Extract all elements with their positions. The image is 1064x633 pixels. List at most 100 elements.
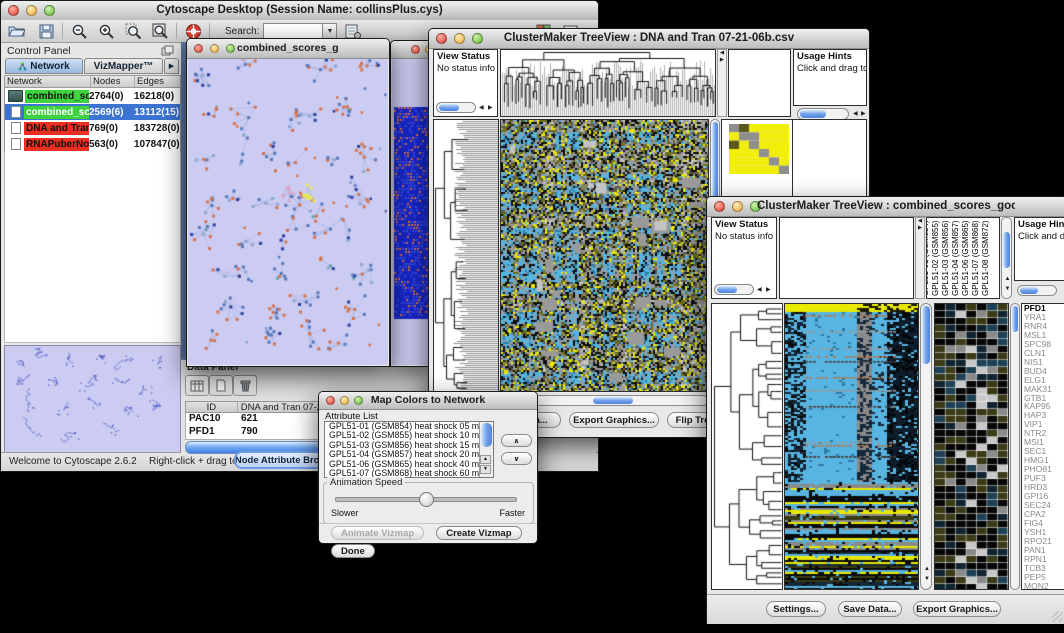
scroll-up-icon[interactable]: ▲ — [1005, 276, 1011, 282]
move-up-button[interactable]: ∧ — [501, 434, 532, 447]
list-vertical-scrollbar[interactable]: ▲ ▼ — [479, 422, 493, 477]
row-dendrogram-panel[interactable] — [433, 119, 499, 392]
network-canvas[interactable] — [188, 59, 388, 365]
zoom-in-icon[interactable] — [95, 22, 117, 41]
scroll-left-icon[interactable]: ◀ — [853, 111, 858, 117]
column-dendrogram-panel[interactable] — [500, 49, 716, 117]
column-network[interactable]: Network — [5, 76, 91, 87]
column-tree-panel[interactable] — [779, 217, 914, 299]
export-graphics-button[interactable]: Export Graphics... — [913, 601, 1001, 617]
tab-network-label: Network — [30, 61, 69, 72]
dialog-button[interactable]: Done — [331, 544, 375, 558]
settings-button[interactable]: Settings... — [766, 601, 826, 617]
export-graphics-button[interactable]: Export Graphics... — [569, 412, 659, 428]
network-name: DNA and Tran 07 — [24, 122, 89, 135]
network-table-header[interactable]: Network Nodes Edges — [4, 75, 181, 88]
tab-overflow-arrow[interactable]: ▶ — [164, 58, 179, 74]
scroll-left-icon[interactable]: ◀ — [479, 105, 484, 111]
correlation-matrix-canvas[interactable] — [729, 124, 789, 174]
save-icon[interactable] — [35, 22, 57, 41]
scroll-left-icon[interactable]: ◀ — [757, 287, 762, 293]
zoom-out-icon[interactable] — [68, 22, 90, 41]
save-data-button[interactable]: Save Data... — [838, 601, 902, 617]
scroll-down-icon[interactable]: ▼ — [924, 576, 930, 582]
column-scroll-arrows[interactable]: ◀▶ — [717, 49, 727, 117]
gene-label[interactable]: MON2 — [1022, 582, 1064, 590]
close-button[interactable] — [326, 396, 335, 405]
heatmap-panel[interactable] — [784, 303, 919, 590]
dialog-button[interactable]: Animate Vizmap — [331, 526, 424, 540]
row-dendrogram-canvas[interactable] — [434, 120, 498, 391]
zoom-selected-icon[interactable] — [122, 22, 144, 41]
speed-slider-thumb[interactable] — [419, 492, 434, 507]
column-scroll-arrows[interactable]: ◀▶ — [915, 217, 925, 299]
treeview1-title-bar[interactable]: ClusterMaker TreeView : DNA and Tran 07-… — [429, 29, 869, 49]
tab-network[interactable]: Network — [5, 58, 83, 74]
chevron-down-icon[interactable]: ▼ — [322, 23, 337, 39]
dialog-title-bar[interactable]: Map Colors to Network — [319, 392, 537, 410]
scroll-down-icon[interactable]: ▼ — [1005, 286, 1011, 292]
network-list-row[interactable]: combined_sco 2569(6) 13112(15) — [5, 104, 180, 120]
zoom-heatmap-panel[interactable] — [934, 303, 1009, 590]
scroll-right-icon[interactable]: ▶ — [861, 111, 866, 117]
treeview2-title-bar[interactable]: ClusterMaker TreeView : combined_scores_… — [707, 197, 1064, 217]
scroll-up-icon[interactable]: ▲ — [924, 566, 930, 572]
float-panel-icon[interactable] — [161, 45, 174, 56]
network-list-row[interactable]: RNAPuberNov2+ 563(0) 107847(0) — [5, 136, 180, 152]
minimize-button[interactable] — [210, 44, 219, 53]
delete-attribute-trash-icon[interactable] — [233, 375, 257, 396]
close-button[interactable] — [8, 5, 19, 16]
network-list-row[interactable]: DNA and Tran 07 769(0) 183728(0) — [5, 120, 180, 136]
scroll-right-icon[interactable]: ▶ — [488, 105, 493, 111]
main-title-bar[interactable]: Cytoscape Desktop (Session Name: collins… — [1, 1, 598, 21]
minimize-button[interactable] — [26, 5, 37, 16]
move-down-button[interactable]: ∨ — [501, 452, 532, 465]
tab-vizmapper[interactable]: VizMapper™ — [84, 58, 163, 74]
view-status-scrollbar[interactable] — [436, 102, 476, 113]
network-list-row[interactable]: combined_scores 2764(0) 16218(0) — [5, 88, 180, 104]
gene-list-scrollbar[interactable] — [1010, 303, 1020, 590]
column-id[interactable]: ID — [186, 402, 238, 412]
zoom-heatmap-canvas[interactable] — [935, 304, 1008, 589]
heatmap-canvas[interactable] — [501, 120, 708, 391]
heatmap-panel[interactable] — [500, 119, 709, 392]
open-folder-icon[interactable] — [5, 22, 27, 41]
heatmap-canvas[interactable] — [785, 304, 918, 589]
dialog-button[interactable]: Create Vizmap — [436, 526, 521, 540]
zoom-button[interactable] — [226, 44, 235, 53]
resize-grip[interactable] — [1052, 611, 1063, 622]
close-button[interactable] — [411, 45, 420, 54]
minimize-button[interactable] — [340, 396, 349, 405]
new-attribute-icon[interactable] — [209, 375, 233, 396]
close-button[interactable] — [194, 44, 203, 53]
search-combobox[interactable]: ▼ — [263, 23, 337, 39]
network-view-title-bar[interactable]: combined_scores_good.txt--cluste... — [187, 39, 389, 59]
row-dendrogram-panel[interactable] — [711, 303, 783, 590]
row-dendrogram-canvas[interactable] — [712, 304, 782, 589]
usage-hints-scrollbar[interactable] — [1017, 285, 1057, 296]
zoom-button[interactable] — [354, 396, 363, 405]
minimize-button[interactable] — [454, 33, 465, 44]
column-labels-scrollbar[interactable]: ▲ ▼ — [1001, 217, 1012, 299]
column-dendrogram-canvas[interactable] — [501, 50, 715, 116]
column-edges[interactable]: Edges — [135, 76, 180, 87]
dense-network-canvas[interactable] — [392, 59, 430, 365]
minimize-button[interactable] — [732, 201, 743, 212]
network-overview-panel[interactable] — [4, 345, 181, 453]
table-view-icon[interactable] — [185, 375, 209, 396]
background-window-title-bar[interactable] — [391, 41, 431, 59]
background-network-window[interactable] — [390, 40, 432, 367]
scroll-up-icon[interactable]: ▲ — [480, 455, 491, 464]
search-input[interactable] — [263, 23, 322, 39]
faster-label: Faster — [499, 508, 525, 518]
close-button[interactable] — [436, 33, 447, 44]
heatmap-vertical-scrollbar[interactable]: ▲ ▼ — [920, 303, 932, 590]
scroll-down-icon[interactable]: ▼ — [480, 465, 491, 474]
network-overview-thumbnail[interactable] — [5, 346, 180, 452]
close-button[interactable] — [714, 201, 725, 212]
scroll-right-icon[interactable]: ▶ — [766, 287, 771, 293]
view-status-scrollbar[interactable] — [714, 284, 754, 295]
column-nodes[interactable]: Nodes — [91, 76, 135, 87]
zoom-fit-icon[interactable] — [149, 22, 171, 41]
usage-hints-panel: Usage Hints Click and drag to — [793, 49, 867, 106]
